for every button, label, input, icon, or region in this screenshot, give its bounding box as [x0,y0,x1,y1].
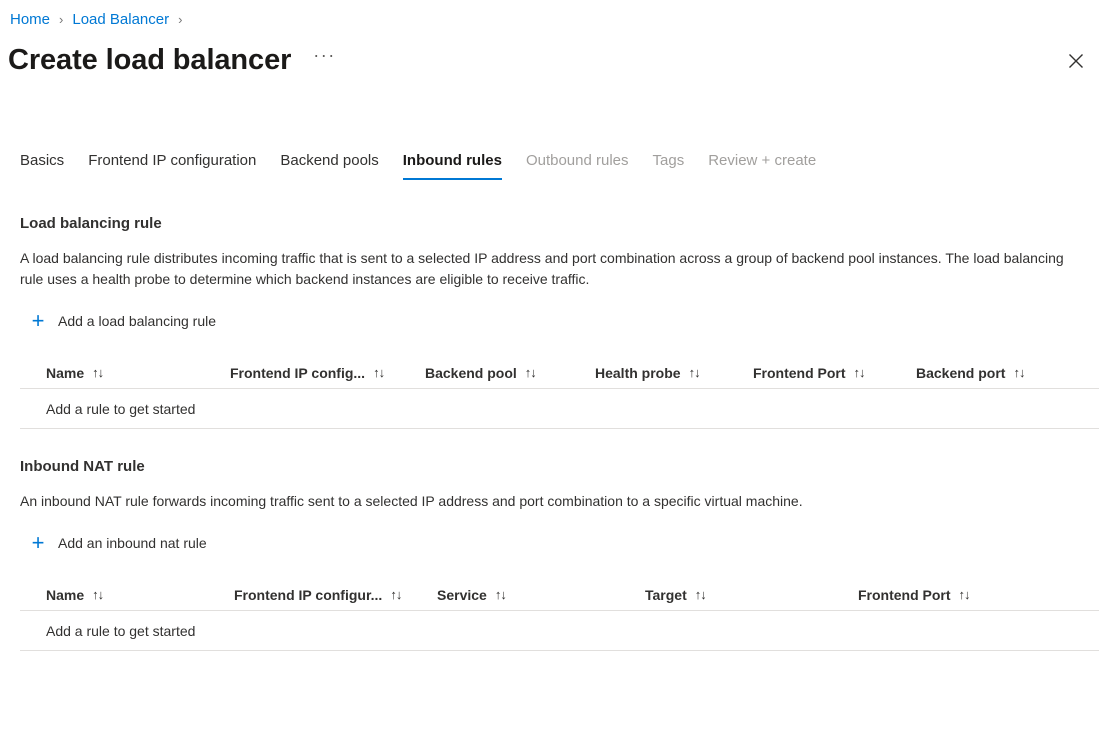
column-label: Backend pool [425,364,517,381]
load-balancing-rules-table: Name ↑↓ Frontend IP config... ↑↓ Backend… [20,357,1099,429]
section-description: A load balancing rule distributes incomi… [20,250,1064,287]
section-heading: Inbound NAT rule [20,458,145,475]
wizard-tabs: Basics Frontend IP configuration Backend… [8,144,828,180]
column-label: Name [46,586,85,603]
tab-inbound-rules[interactable]: Inbound rules [391,151,514,180]
add-load-balancing-rule-button[interactable]: + Add a load balancing rule [28,308,217,333]
column-label: Health probe [595,364,681,381]
section-load-balancing-rule: Load balancing rule A load balancing rul… [0,196,1099,429]
table-empty-row: Add a rule to get started [20,611,1099,651]
sort-icon: ↑↓ [494,586,507,602]
add-load-balancing-rule-label: Add a load balancing rule [58,313,217,329]
create-load-balancer-page: Home › Load Balancer › Create load balan… [0,0,1099,741]
tab-label: Backend pools [280,152,379,169]
close-button[interactable] [1059,44,1093,78]
tab-tags: Tags [641,151,697,180]
empty-state-text: Add a rule to get started [46,622,196,639]
tab-panel-inbound-rules: Load balancing rule A load balancing rul… [0,196,1099,651]
more-options-icon[interactable]: ··· [313,45,335,75]
section-heading: Load balancing rule [20,215,162,232]
column-header-frontend-ip-config[interactable]: Frontend IP config... ↑↓ [230,364,425,382]
sort-icon: ↑↓ [853,364,866,380]
add-inbound-nat-rule-label: Add an inbound nat rule [58,535,207,551]
section-description: An inbound NAT rule forwards incoming tr… [20,493,803,509]
column-header-service[interactable]: Service ↑↓ [437,586,645,604]
column-header-target[interactable]: Target ↑↓ [645,586,858,604]
column-header-backend-pool[interactable]: Backend pool ↑↓ [425,364,595,382]
table-header-row: Name ↑↓ Frontend IP configur... ↑↓ Servi… [20,579,1099,611]
column-label: Name [46,364,85,381]
column-label: Backend port [916,364,1006,381]
tab-label: Tags [652,152,685,169]
tab-label: Basics [20,152,65,169]
sort-icon: ↑↓ [1013,364,1025,380]
sort-icon: ↑↓ [92,364,104,380]
breadcrumb-item-load-balancer[interactable]: Load Balancer [70,8,171,32]
plus-icon: + [31,308,45,333]
add-inbound-nat-rule-button[interactable]: + Add an inbound nat rule [28,530,207,555]
column-header-health-probe[interactable]: Health probe ↑↓ [595,364,753,382]
table-header-row: Name ↑↓ Frontend IP config... ↑↓ Backend… [20,357,1099,389]
sort-icon: ↑↓ [688,364,701,380]
breadcrumb: Home › Load Balancer › [8,8,189,32]
section-inbound-nat-rule: Inbound NAT rule An inbound NAT rule for… [0,429,1099,651]
sort-icon: ↑↓ [390,586,402,602]
column-header-name[interactable]: Name ↑↓ [20,364,230,382]
column-label: Service [437,586,487,603]
column-label: Frontend IP config... [230,364,366,381]
sort-icon: ↑↓ [524,364,537,380]
column-label: Frontend Port [858,586,951,603]
breadcrumb-item-home[interactable]: Home [8,8,52,32]
tab-outbound-rules: Outbound rules [514,151,641,180]
inbound-nat-rules-table: Name ↑↓ Frontend IP configur... ↑↓ Servi… [20,579,1099,651]
column-header-frontend-port[interactable]: Frontend Port ↑↓ [753,364,916,382]
table-empty-row: Add a rule to get started [20,389,1099,429]
tab-label: Frontend IP configuration [88,152,257,169]
page-title: Create load balancer [8,44,292,76]
plus-icon: + [31,530,45,555]
tab-basics[interactable]: Basics [8,151,76,180]
breadcrumb-separator-icon: › [59,12,64,27]
empty-state-text: Add a rule to get started [46,400,196,417]
column-header-frontend-ip-configuration[interactable]: Frontend IP configur... ↑↓ [234,586,437,604]
sort-icon: ↑↓ [958,586,971,602]
tab-frontend-ip-configuration[interactable]: Frontend IP configuration [76,151,268,180]
sort-icon: ↑↓ [694,586,707,602]
title-row: Create load balancer ··· [8,39,336,81]
column-header-backend-port[interactable]: Backend port ↑↓ [916,364,1076,382]
column-header-name[interactable]: Name ↑↓ [20,586,234,604]
tab-label: Review + create [708,152,817,169]
column-label: Target [645,586,687,603]
column-header-frontend-port[interactable]: Frontend Port ↑↓ [858,586,1038,604]
tab-label: Inbound rules [402,152,502,169]
tab-backend-pools[interactable]: Backend pools [268,151,390,180]
breadcrumb-separator-icon: › [178,12,183,27]
sort-icon: ↑↓ [373,364,385,380]
tab-label: Outbound rules [525,152,629,169]
column-label: Frontend Port [753,364,846,381]
tab-review-create: Review + create [696,151,828,180]
sort-icon: ↑↓ [92,586,104,602]
close-icon [1069,54,1083,68]
column-label: Frontend IP configur... [234,586,383,603]
